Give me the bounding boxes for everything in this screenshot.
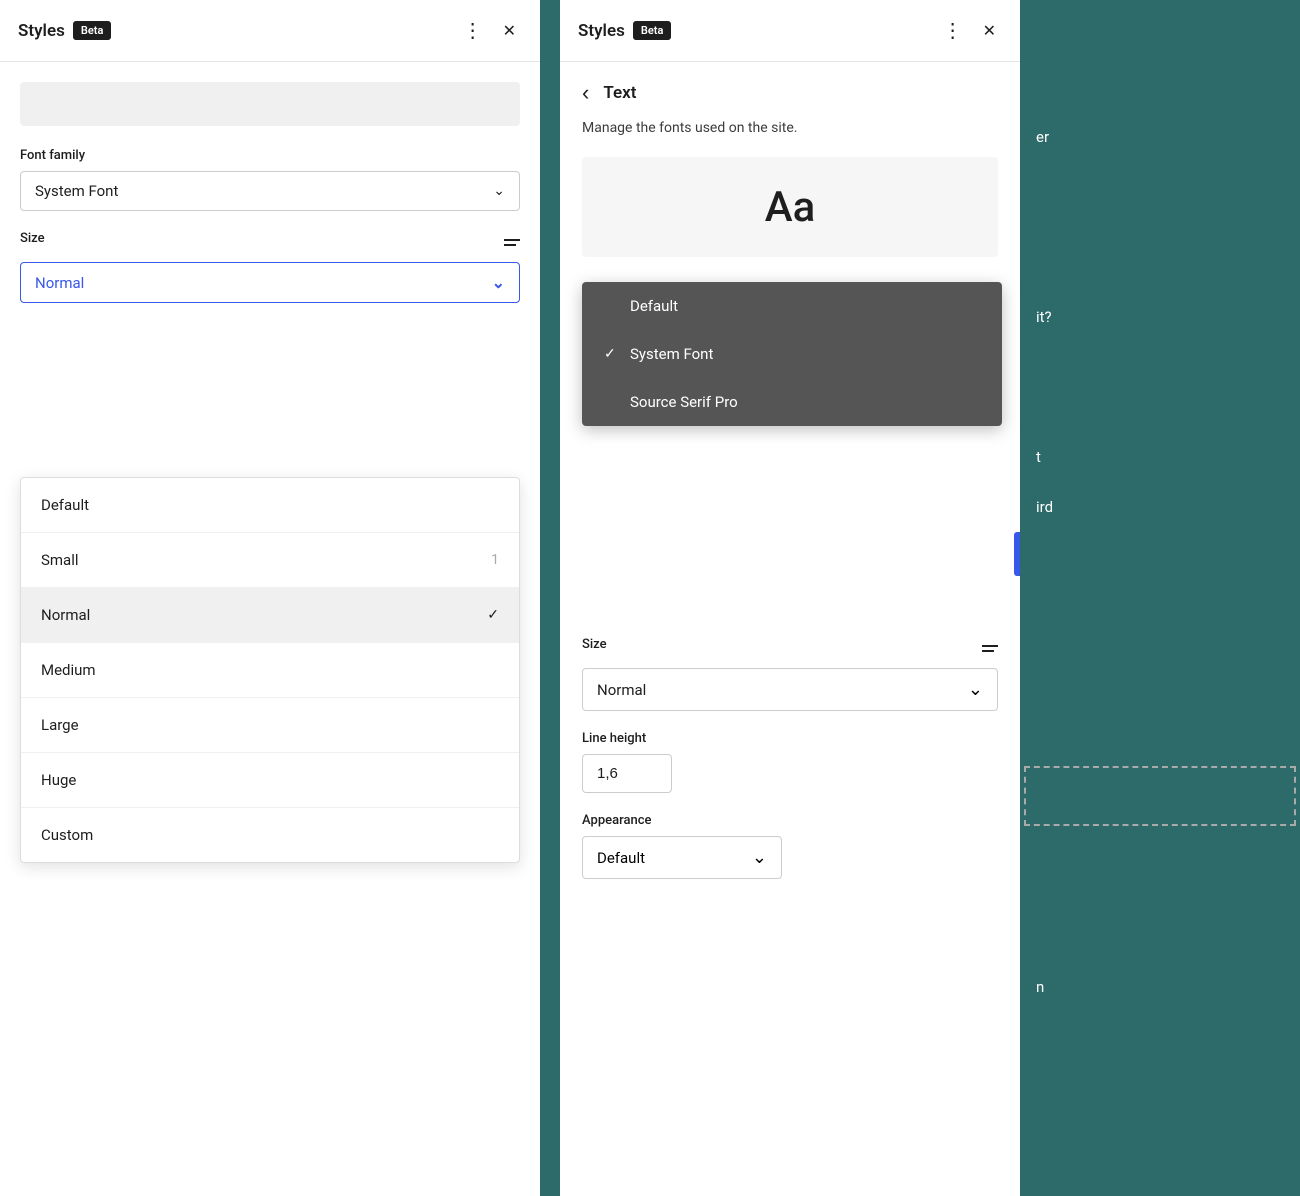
font-family-value: System Font: [35, 182, 493, 200]
section-desc: Manage the fonts used on the site.: [582, 118, 998, 139]
dropdown-item-label: Custom: [41, 826, 93, 844]
dropdown-item-normal[interactable]: Normal ✓: [21, 588, 519, 643]
font-dropdown-label: Source Serif Pro: [630, 393, 738, 411]
appearance-label: Appearance: [582, 813, 998, 828]
font-family-select[interactable]: System Font ⌄: [20, 171, 520, 211]
size-value: Normal: [35, 274, 492, 292]
dropdown-item-default[interactable]: Default: [21, 478, 519, 533]
appearance-select[interactable]: Default ⌄: [582, 836, 782, 879]
dropdown-item-label: Normal: [41, 606, 90, 624]
font-dropdown-item-source[interactable]: Source Serif Pro: [582, 378, 1002, 426]
font-family-label: Font family: [20, 148, 520, 163]
back-button[interactable]: ‹: [582, 82, 597, 104]
right-size-label-row: Size: [582, 637, 998, 660]
right-styles-panel: Styles Beta ‹ Text Manage the fonts used…: [560, 0, 1020, 1196]
appearance-chevron-icon: ⌄: [752, 847, 767, 868]
font-dropdown-item-default[interactable]: Default: [582, 282, 1002, 330]
size-select[interactable]: Normal ⌄: [20, 262, 520, 303]
peek-text-n: n: [1028, 970, 1052, 1004]
left-more-options-button[interactable]: [457, 14, 489, 47]
dropdown-item-label: Default: [41, 496, 89, 514]
size-dropdown: Default Small 1 Normal ✓ Medium Large Hu…: [20, 477, 520, 863]
left-panel-header: Styles Beta: [0, 0, 540, 62]
left-close-button[interactable]: [497, 16, 522, 45]
dropdown-item-custom[interactable]: Custom: [21, 808, 519, 862]
dropdown-item-label: Medium: [41, 661, 96, 679]
font-dropdown-label: Default: [630, 297, 678, 315]
peek-text-t: t: [1028, 440, 1049, 474]
right-panel-body: ‹ Text Manage the fonts used on the site…: [560, 62, 1020, 1196]
dropdown-item-label: Huge: [41, 771, 76, 789]
font-check-system: ✓: [604, 346, 620, 362]
size-label-row: Size: [20, 231, 520, 254]
dropdown-item-label: Large: [41, 716, 79, 734]
adjust-line-bottom-r: [982, 650, 994, 652]
dropdown-item-label: Small: [41, 551, 79, 569]
check-icon: ✓: [487, 607, 499, 623]
font-dropdown-label: System Font: [630, 345, 713, 363]
size-adjust-icon[interactable]: [504, 239, 520, 246]
peek-text-er: er: [1028, 120, 1057, 154]
right-close-button[interactable]: [977, 16, 1002, 45]
close-icon: [503, 20, 516, 41]
left-panel-body: Font family System Font ⌄ Size Normal ⌄ …: [0, 62, 540, 1196]
font-preview-box: Aa: [582, 157, 998, 257]
size-label: Size: [20, 231, 45, 246]
item-count: 1: [491, 552, 499, 568]
right-panel-title: Styles: [578, 21, 625, 41]
dropdown-item-small[interactable]: Small 1: [21, 533, 519, 588]
line-height-input[interactable]: [582, 754, 672, 793]
right-more-options-button[interactable]: [937, 14, 969, 47]
right-size-select[interactable]: Normal ⌄: [582, 668, 998, 711]
dots-icon-right: [943, 18, 963, 43]
right-size-value: Normal: [597, 681, 968, 699]
adjust-line-top-r: [982, 645, 998, 647]
line-height-label: Line height: [582, 731, 998, 746]
left-panel-title: Styles: [18, 21, 65, 41]
peek-text-ird: ird: [1028, 490, 1061, 524]
section-header: ‹ Text: [582, 82, 998, 104]
appearance-value: Default: [597, 849, 752, 867]
right-size-adjust-icon[interactable]: [982, 645, 998, 652]
adjust-line-bottom: [504, 244, 516, 246]
right-size-chevron-icon: ⌄: [968, 679, 983, 700]
left-styles-panel: Styles Beta Font family System Font ⌄ Si…: [0, 0, 540, 1196]
right-size-section: Size Normal ⌄ Line height Appearance Def…: [582, 637, 998, 879]
adjust-line-top: [504, 239, 520, 241]
close-icon-right: [983, 20, 996, 41]
dots-icon: [463, 18, 483, 43]
panel-gap: [540, 0, 560, 1196]
font-family-chevron-icon: ⌄: [493, 183, 505, 199]
dropdown-item-large[interactable]: Large: [21, 698, 519, 753]
right-panel-header: Styles Beta: [560, 0, 1020, 62]
font-dropdown-item-system[interactable]: ✓ System Font: [582, 330, 1002, 378]
dropdown-item-huge[interactable]: Huge: [21, 753, 519, 808]
back-chevron-icon: ‹: [582, 80, 589, 105]
font-preview-text: Aa: [765, 183, 816, 232]
dropdown-item-medium[interactable]: Medium: [21, 643, 519, 698]
left-beta-badge: Beta: [73, 21, 112, 40]
right-beta-badge: Beta: [633, 21, 672, 40]
gray-preview-bar: [20, 82, 520, 126]
size-chevron-icon: ⌄: [492, 273, 505, 292]
peek-text-it: it?: [1028, 300, 1060, 334]
right-peek-dashed: [1024, 766, 1296, 826]
section-title: Text: [603, 83, 636, 103]
right-size-label: Size: [582, 637, 607, 652]
font-family-dropdown: Default ✓ System Font Source Serif Pro: [582, 282, 1002, 426]
right-side-peek: er it? t ird n: [1020, 0, 1300, 1196]
